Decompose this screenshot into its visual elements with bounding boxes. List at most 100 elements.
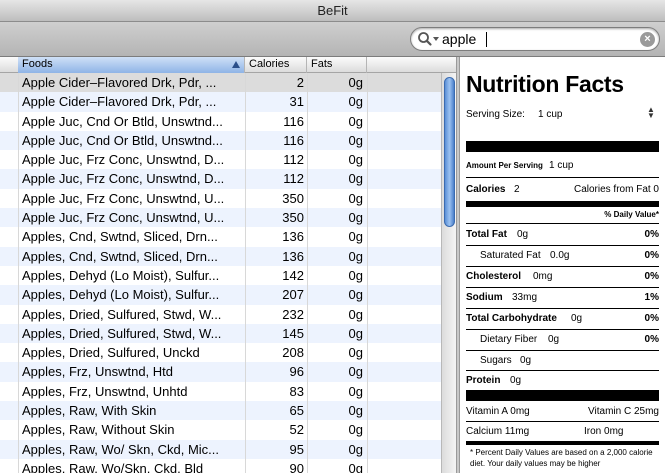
dietary-fiber-label: Dietary Fiber — [480, 334, 538, 345]
calories-cell: 90 — [289, 460, 304, 473]
food-cell: Apples, Dried, Sulfured, Stwd, W... — [22, 325, 222, 341]
table-row[interactable]: Apples, Frz, Unswtnd, Htd 96 0g — [0, 362, 441, 382]
table-row[interactable]: Apples, Dehyd (Lo Moist), Sulfur... 207 0g — [0, 285, 441, 305]
food-cell: Apples, Frz, Unswtnd, Unhtd — [22, 383, 188, 399]
food-cell: Apples, Cnd, Swtnd, Sliced, Drn... — [22, 229, 218, 245]
daily-values-footnote: * Percent Daily Values are based on a 2,… — [470, 448, 653, 468]
sodium-percent: 1% — [644, 292, 659, 303]
serving-size-stepper-icon[interactable]: ▲ ▼ — [647, 106, 655, 120]
table-row[interactable]: Apples, Dehyd (Lo Moist), Sulfur... 142 0g — [0, 265, 441, 286]
table-row[interactable]: Apples, Cnd, Swtnd, Sliced, Drn... 136 0g — [0, 246, 441, 266]
calories-cell: 83 — [289, 383, 304, 399]
table-row[interactable]: Apple Juc, Frz Conc, Unswtnd, D... 112 0g — [0, 150, 441, 170]
food-cell: Apples, Dehyd (Lo Moist), Sulfur... — [22, 287, 220, 303]
calories-cell: 208 — [282, 345, 304, 361]
column-header-foods[interactable]: Foods — [18, 57, 245, 73]
table-row[interactable]: Apples, Frz, Unswtnd, Unhtd 83 0g — [0, 381, 441, 402]
food-cell: Apples, Dehyd (Lo Moist), Sulfur... — [22, 267, 220, 283]
divider — [466, 350, 659, 351]
divider — [466, 421, 659, 422]
table-row[interactable]: Apples, Raw, Without Skin 52 0g — [0, 420, 441, 440]
calories-cell: 142 — [282, 267, 304, 283]
fats-cell: 0g — [348, 113, 363, 129]
table-row[interactable]: Apple Cider–Flavored Drk, Pdr, ... 31 0g — [0, 92, 441, 112]
table-row[interactable]: Apples, Dried, Sulfured, Unckd 208 0g — [0, 343, 441, 363]
calories-from-fat: Calories from Fat 0 — [573, 184, 659, 195]
serving-size-select[interactable]: 1 cup — [538, 109, 562, 120]
table-row[interactable]: Apples, Dried, Sulfured, Stwd, W... 145 0g — [0, 323, 441, 344]
table-body: Apple Cider–Flavored Drk, Pdr, ... 2 0g App… — [0, 73, 441, 473]
total-carbohydrate-percent: 0% — [644, 313, 659, 324]
fats-cell: 0g — [348, 287, 363, 303]
fats-cell: 0g — [348, 306, 363, 322]
total-fat-label: Total Fat — [466, 229, 507, 240]
fats-cell: 0g — [348, 210, 363, 226]
food-cell: Apple Juc, Frz Conc, Unswtnd, U... — [22, 210, 225, 226]
search-field[interactable]: × — [410, 27, 660, 51]
table-row[interactable]: Apples, Raw, Wo/Skn, Ckd, Bld 90 0g — [0, 458, 441, 473]
table-row[interactable]: Apple Juc, Frz Conc, Unswtnd, U... 350 0g — [0, 188, 441, 209]
saturated-fat-value: 0.0g — [550, 250, 570, 261]
total-fat-percent: 0% — [644, 229, 659, 240]
fats-cell: 0g — [348, 94, 363, 110]
food-cell: Apples, Frz, Unswtnd, Htd — [22, 364, 173, 380]
fats-cell: 0g — [348, 248, 363, 264]
divider — [466, 308, 659, 309]
fats-cell: 0g — [348, 325, 363, 341]
table-row[interactable]: Apples, Dried, Sulfured, Stwd, W... 232 0g — [0, 304, 441, 324]
fats-cell: 0g — [348, 364, 363, 380]
column-divider — [307, 73, 308, 473]
toolbar: × — [0, 22, 665, 57]
iron: Iron 0mg — [584, 426, 624, 437]
table-row[interactable]: Apples, Raw, Wo/ Skn, Ckd, Mic... 95 0g — [0, 439, 441, 459]
column-header-fats[interactable]: Fats — [307, 57, 367, 73]
table-row[interactable]: Apple Juc, Cnd Or Btld, Unswtnd... 116 0g — [0, 111, 441, 131]
calories-cell: 232 — [282, 306, 304, 322]
column-divider — [18, 73, 19, 473]
fats-cell: 0g — [348, 383, 363, 399]
table-row[interactable]: Apples, Raw, With Skin 65 0g — [0, 401, 441, 421]
table-row[interactable]: Apple Juc, Cnd Or Btld, Unswtnd... 116 0g — [0, 130, 441, 151]
search-icon[interactable] — [417, 31, 443, 47]
calories-cell: 95 — [289, 441, 304, 457]
protein-label: Protein — [466, 375, 501, 386]
calories-cell: 207 — [282, 287, 304, 303]
food-cell: Apple Cider–Flavored Drk, Pdr, ... — [22, 94, 217, 110]
cholesterol-percent: 0% — [644, 271, 659, 282]
nutrition-facts-panel: Nutrition Facts Serving Size: 1 cup ▲ ▼ A… — [460, 57, 665, 473]
total-fat-value: 0g — [517, 229, 529, 240]
divider — [466, 287, 659, 288]
amount-per-serving-value: 1 cup — [549, 160, 574, 171]
scrollbar-thumb[interactable] — [444, 77, 455, 227]
window-title: BeFit — [317, 3, 348, 18]
calcium: Calcium 11mg — [466, 426, 530, 437]
divider — [466, 266, 659, 267]
table-row[interactable]: Apple Juc, Frz Conc, Unswtnd, D... 112 0g — [0, 169, 441, 189]
search-input[interactable] — [442, 30, 632, 48]
column-header-calories[interactable]: Calories — [245, 57, 307, 73]
calories-value: 2 — [514, 184, 520, 195]
amount-per-serving-label: Amount Per Serving — [466, 161, 543, 170]
table-row[interactable]: Apples, Cnd, Swtnd, Sliced, Drn... 136 0g — [0, 227, 441, 247]
calories-cell: 112 — [283, 152, 304, 168]
total-carbohydrate-value: 0g — [571, 313, 583, 324]
column-header-fats-label: Fats — [311, 58, 333, 70]
column-divider — [367, 73, 368, 473]
fats-cell: 0g — [348, 441, 363, 457]
cholesterol-label: Cholesterol — [466, 271, 522, 282]
table-row[interactable]: Apple Cider–Flavored Drk, Pdr, ... 2 0g — [0, 73, 441, 93]
calories-cell: 136 — [282, 248, 304, 264]
calories-cell: 65 — [289, 403, 304, 419]
saturated-fat-percent: 0% — [644, 250, 659, 261]
divider — [466, 329, 659, 330]
table-row[interactable]: Apple Juc, Frz Conc, Unswtnd, U... 350 0g — [0, 208, 441, 228]
divider — [466, 370, 659, 371]
vertical-scrollbar[interactable] — [441, 73, 456, 473]
calories-cell: 350 — [282, 210, 304, 226]
window-title-bar: BeFit — [0, 0, 665, 22]
fats-cell: 0g — [348, 132, 363, 148]
clear-search-icon[interactable]: × — [640, 32, 655, 47]
fats-cell: 0g — [348, 152, 363, 168]
sodium-value: 33mg — [512, 292, 538, 303]
divider — [466, 245, 659, 246]
